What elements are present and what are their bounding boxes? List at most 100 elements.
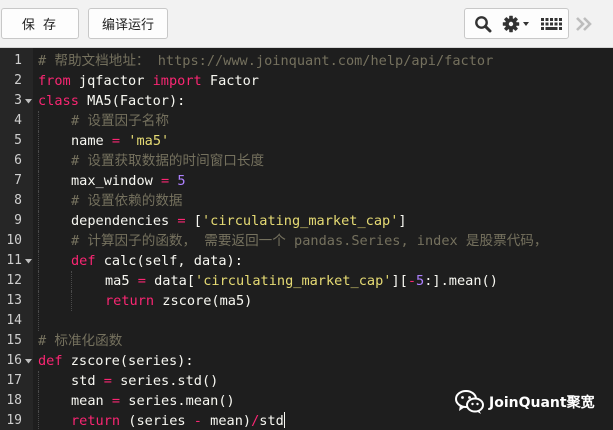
keyboard-icon[interactable]: [537, 9, 567, 38]
indent-guide: [38, 411, 39, 430]
line-number: 7: [14, 173, 22, 188]
code-text: # 标准化函数: [38, 331, 122, 351]
keyword: def: [71, 253, 96, 269]
code-text: from jqfactor import Factor: [38, 71, 259, 91]
indent-guide: [38, 151, 39, 171]
text-cursor: [283, 412, 286, 428]
code-token: jqfactor: [70, 73, 153, 89]
comment: # 设置获取数据的时间窗口长度: [71, 153, 265, 169]
indent-guide: [38, 291, 39, 311]
code-text: def calc(self, data):: [71, 251, 243, 271]
line-number: 18: [6, 393, 22, 408]
code-line: 4 # 设置因子名称: [0, 111, 613, 131]
code-text: mean = series.mean(): [71, 391, 235, 411]
gear-icon[interactable]: [497, 9, 537, 38]
code-text: dependencies = ['circulating_market_cap'…: [71, 211, 407, 231]
fold-arrow-icon[interactable]: [24, 91, 33, 111]
keyword: def: [38, 353, 63, 369]
code-editor[interactable]: 1 # 帮助文档地址： https://www.joinquant.com/he…: [0, 48, 613, 430]
code-text: # 帮助文档地址： https://www.joinquant.com/help…: [38, 51, 493, 71]
code-line: 2 from jqfactor import Factor: [0, 71, 613, 91]
code-line: 14: [0, 311, 613, 331]
code-line: 12 ma5 = data['circulating_market_cap'][…: [0, 271, 613, 291]
code-text: # 设置因子名称: [71, 111, 169, 131]
code-text: max_window = 5: [71, 171, 186, 191]
line-number: 14: [6, 313, 22, 328]
comment: # 计算因子的函数， 需要返回一个 pandas.Series, index 是…: [71, 233, 548, 249]
code-line: 15 # 标准化函数: [0, 331, 613, 351]
code-line: 7 max_window = 5: [0, 171, 613, 191]
indent-guide: [38, 111, 39, 131]
line-number: 19: [6, 413, 22, 428]
wechat-logo-icon: [455, 389, 485, 415]
code-line: 16 def zscore(series):: [0, 351, 613, 371]
line-number: 2: [14, 73, 22, 88]
code-token: zscore(series):: [62, 353, 194, 369]
line-number: 8: [14, 193, 22, 208]
code-token: Factor: [201, 73, 259, 89]
code-token: (series: [120, 413, 194, 429]
fold-arrow-icon[interactable]: [24, 351, 33, 371]
operator: =: [111, 393, 121, 409]
code-token: :].mean(): [424, 273, 498, 289]
code-token: zscore(ma5): [154, 293, 253, 309]
fold-arrow-icon[interactable]: [24, 251, 33, 271]
code-text: name = 'ma5': [71, 131, 169, 151]
indent-guide: [38, 171, 39, 191]
indent-guide: [38, 391, 39, 411]
operator: =: [103, 373, 112, 389]
code-token: MA5(Factor):: [78, 93, 186, 109]
code-line: 5 name = 'ma5': [0, 131, 613, 151]
code-token: [: [185, 213, 202, 229]
code-token: max_window: [71, 173, 162, 189]
code-line: 3 class MA5(Factor):: [0, 91, 613, 111]
code-text: return zscore(ma5): [105, 291, 252, 311]
comment: # 设置依赖的数据: [71, 193, 183, 209]
indent-guide: [38, 251, 39, 271]
code-text: # 设置获取数据的时间窗口长度: [71, 151, 264, 171]
number-literal: 5: [177, 173, 186, 189]
operator: =: [111, 133, 121, 149]
line-number: 10: [6, 233, 22, 248]
code-token: dependencies: [71, 213, 178, 229]
indent-guide: [38, 191, 39, 211]
line-number: 13: [6, 293, 22, 308]
code-text: # 设置依赖的数据: [71, 191, 183, 211]
operator: =: [177, 213, 186, 229]
save-button[interactable]: 保 存: [1, 8, 79, 39]
code-token: ][: [391, 273, 408, 289]
code-token: std: [259, 413, 284, 429]
indent-guide: [38, 211, 39, 231]
operator: -: [193, 413, 202, 429]
code-text: def zscore(series):: [38, 351, 194, 371]
line-number: 1: [14, 53, 22, 68]
string-literal: 'ma5': [128, 133, 170, 149]
code-token: data[: [145, 273, 196, 289]
collapse-panel-icon[interactable]: [571, 12, 597, 36]
code-token: series.mean(): [120, 393, 235, 409]
compile-run-button[interactable]: 编译运行: [88, 8, 168, 39]
editor-tools: [464, 8, 569, 39]
operator: =: [161, 173, 170, 189]
line-number: 11: [6, 253, 22, 268]
code-token: std: [71, 373, 104, 389]
indent-guide: [38, 131, 39, 151]
line-number: 17: [6, 373, 22, 388]
keyword: return: [71, 413, 121, 429]
indent-guide: [38, 271, 39, 291]
keyword: from: [38, 73, 71, 89]
line-number: 15: [6, 333, 22, 348]
code-token: calc(self, data):: [95, 253, 243, 269]
indent-guide: [71, 291, 72, 311]
search-icon[interactable]: [469, 9, 497, 38]
indent-guide: [38, 311, 39, 331]
keyword: import: [152, 73, 202, 89]
indent-guide: [71, 271, 72, 291]
comment: # 标准化函数: [38, 333, 123, 349]
string-literal: 'circulating_market_cap': [201, 213, 399, 229]
keyword: class: [38, 93, 79, 109]
operator: -: [407, 273, 417, 289]
code-line: 13 return zscore(ma5): [0, 291, 613, 311]
code-token: mean: [71, 393, 112, 409]
line-number: 12: [6, 273, 22, 288]
